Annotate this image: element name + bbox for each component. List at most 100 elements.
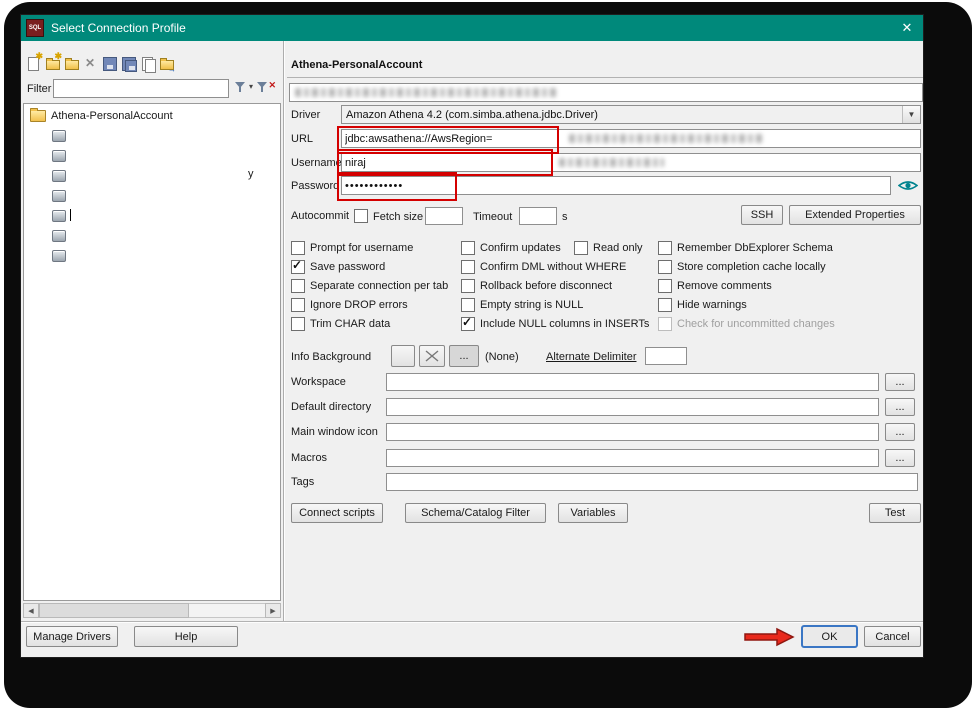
checkbox-box[interactable] [461,297,475,312]
checkbox-box[interactable] [461,259,475,274]
connection-tree[interactable]: Athena-PersonalAccount y [23,103,281,601]
checkbox-remember-dbexplorer-schema[interactable]: Remember DbExplorer Schema [658,240,835,255]
checkbox-box[interactable] [291,240,305,255]
main-window-icon-browse-button[interactable]: ... [885,423,915,441]
checkbox-box[interactable] [291,316,305,331]
checkbox-remove-comments[interactable]: Remove comments [658,278,835,293]
checkbox-box[interactable] [461,315,475,331]
checkbox-store-completion-cache[interactable]: Store completion cache locally [658,259,835,274]
checkbox-box[interactable] [658,278,672,293]
filter-menu-icon[interactable]: ▾ [233,79,253,95]
default-directory-input[interactable] [386,398,879,416]
checkbox-box[interactable] [574,240,588,255]
workspace-browse-button[interactable]: ... [885,373,915,391]
checkbox-box[interactable] [291,297,305,312]
password-input[interactable] [341,176,891,195]
checkbox-box[interactable] [291,278,305,293]
default-directory-browse-button[interactable]: ... [885,398,915,416]
checkbox-ignore-drop-errors[interactable]: Ignore DROP errors [291,297,448,312]
driver-dropdown[interactable]: Amazon Athena 4.2 (com.simba.athena.jdbc… [341,105,921,124]
delete-icon[interactable]: ✕ [82,55,99,72]
variables-button[interactable]: Variables [558,503,628,523]
tree-item[interactable] [52,190,71,202]
checkbox-empty-string-is-null[interactable]: Empty string is NULL [461,297,649,312]
filter-input[interactable] [53,79,229,98]
checkbox-box[interactable] [354,208,369,223]
profile-name-field[interactable] [289,83,923,102]
checkbox-box[interactable] [461,240,475,255]
tree-item[interactable] [52,150,71,162]
info-background-color-swatch[interactable] [391,345,415,367]
url-input[interactable] [341,129,921,148]
checkbox-label: Separate connection per tab [310,279,449,292]
screenshot-frame: SQL Select Connection Profile ✕ ✱ ✱ ✕ → … [4,2,972,708]
checkbox-include-null-columns[interactable]: Include NULL columns in INSERTs [461,315,649,331]
database-icon [52,150,66,162]
clear-filter-icon[interactable]: ✕ [255,79,276,95]
app-icon: SQL [26,19,44,37]
tags-input[interactable] [386,473,918,491]
manage-drivers-button[interactable]: Manage Drivers [26,626,118,647]
checkbox-hide-warnings[interactable]: Hide warnings [658,297,835,312]
copy-icon[interactable] [139,55,156,73]
open-folder-icon[interactable] [63,55,80,72]
autocommit-checkbox[interactable]: Autocommit [291,208,369,223]
scrollbar-thumb[interactable] [39,603,189,618]
tree-root-item[interactable]: Athena-PersonalAccount [30,108,173,122]
window-title: Select Connection Profile [51,21,186,35]
connect-scripts-button[interactable]: Connect scripts [291,503,383,523]
ok-button[interactable]: OK [801,625,858,648]
tree-item[interactable] [52,130,71,142]
tree-root-label: Athena-PersonalAccount [51,110,173,122]
alternate-delimiter-input[interactable] [645,347,687,365]
fetch-size-input[interactable] [425,207,463,225]
checkbox-check-uncommitted-changes: Check for uncommitted changes [658,316,835,331]
schema-catalog-filter-button[interactable]: Schema/Catalog Filter [405,503,546,523]
title-bar[interactable]: SQL Select Connection Profile ✕ [21,15,923,41]
header-separator [287,77,923,78]
main-window-icon-input[interactable] [386,423,879,441]
import-icon[interactable]: → [158,55,176,74]
checkbox-box[interactable] [461,278,475,293]
footer-separator-highlight [21,622,923,623]
cancel-button[interactable]: Cancel [864,626,921,647]
checkbox-box[interactable] [658,259,672,274]
ssh-button[interactable]: SSH [741,205,783,225]
macros-input[interactable] [386,449,879,467]
tree-item[interactable] [52,210,71,222]
test-button[interactable]: Test [869,503,921,523]
checkbox-confirm-dml-without-where[interactable]: Confirm DML without WHERE [461,259,649,274]
chevron-down-icon[interactable]: ▼ [902,106,920,123]
tree-item[interactable] [52,230,71,242]
checkbox-label: Prompt for username [310,241,414,254]
checkbox-separate-connection-per-tab[interactable]: Separate connection per tab [291,278,449,293]
checkbox-box[interactable] [658,297,672,312]
checkbox-rollback-before-disconnect[interactable]: Rollback before disconnect [461,278,649,293]
close-icon[interactable]: ✕ [896,18,918,38]
extended-properties-button[interactable]: Extended Properties [789,205,921,225]
checkbox-trim-char-data[interactable]: Trim CHAR data [291,316,448,331]
username-input[interactable] [341,153,921,172]
scroll-left-icon[interactable]: ◀ [23,603,39,618]
tree-item[interactable] [52,250,71,262]
save-all-icon[interactable] [120,55,137,72]
workspace-input[interactable] [386,373,879,391]
save-icon[interactable] [101,55,118,72]
checkbox-label: Confirm DML without WHERE [480,260,627,273]
alternate-delimiter-link[interactable]: Alternate Delimiter [546,351,636,363]
checkbox-save-password[interactable]: Save password [291,258,448,274]
scroll-right-icon[interactable]: ▶ [265,603,281,618]
show-password-eye-icon[interactable] [897,178,919,198]
help-button[interactable]: Help [134,626,238,647]
checkbox-box[interactable] [291,258,305,274]
tree-item[interactable] [52,170,71,182]
new-profile-icon[interactable]: ✱ [25,51,43,72]
checkbox-prompt-for-username[interactable]: Prompt for username [291,240,448,255]
info-background-none-button[interactable] [419,345,445,367]
checkbox-box[interactable] [658,240,672,255]
new-folder-icon[interactable]: ✱ [44,51,62,72]
checkbox-read-only[interactable]: Read only [574,240,643,255]
macros-browse-button[interactable]: ... [885,449,915,467]
timeout-input[interactable] [519,207,557,225]
info-background-ellipsis-button[interactable]: ... [449,345,479,367]
